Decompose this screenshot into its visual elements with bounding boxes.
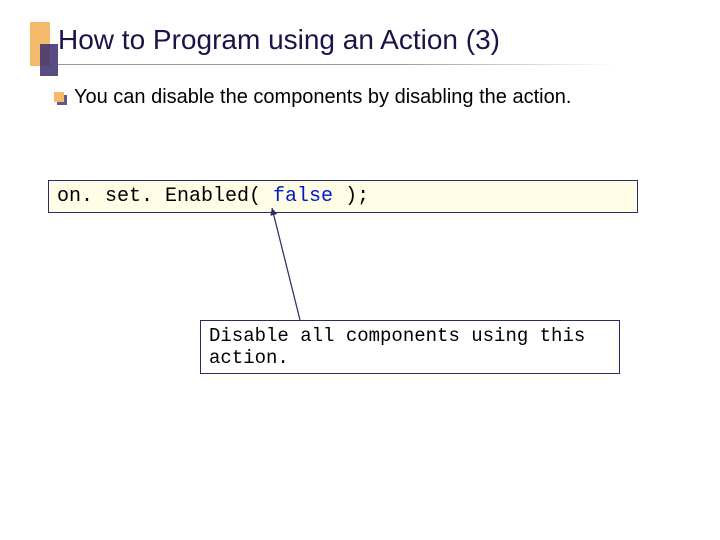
annotation-arrow [0, 0, 720, 540]
body-text: You can disable the components by disabl… [74, 86, 571, 109]
annotation-box: Disable all components using this action… [200, 320, 620, 374]
code-box: on. set. Enabled( false ); [48, 180, 638, 213]
title-underline [58, 64, 618, 65]
code-pre: on. set. Enabled( [57, 185, 273, 208]
title-bullet-decoration [30, 22, 56, 76]
code-post: ); [333, 185, 369, 208]
bullet-icon [54, 92, 64, 102]
code-keyword: false [273, 185, 333, 208]
slide-title: How to Program using an Action (3) [58, 24, 500, 56]
slide: How to Program using an Action (3) You c… [0, 0, 720, 540]
